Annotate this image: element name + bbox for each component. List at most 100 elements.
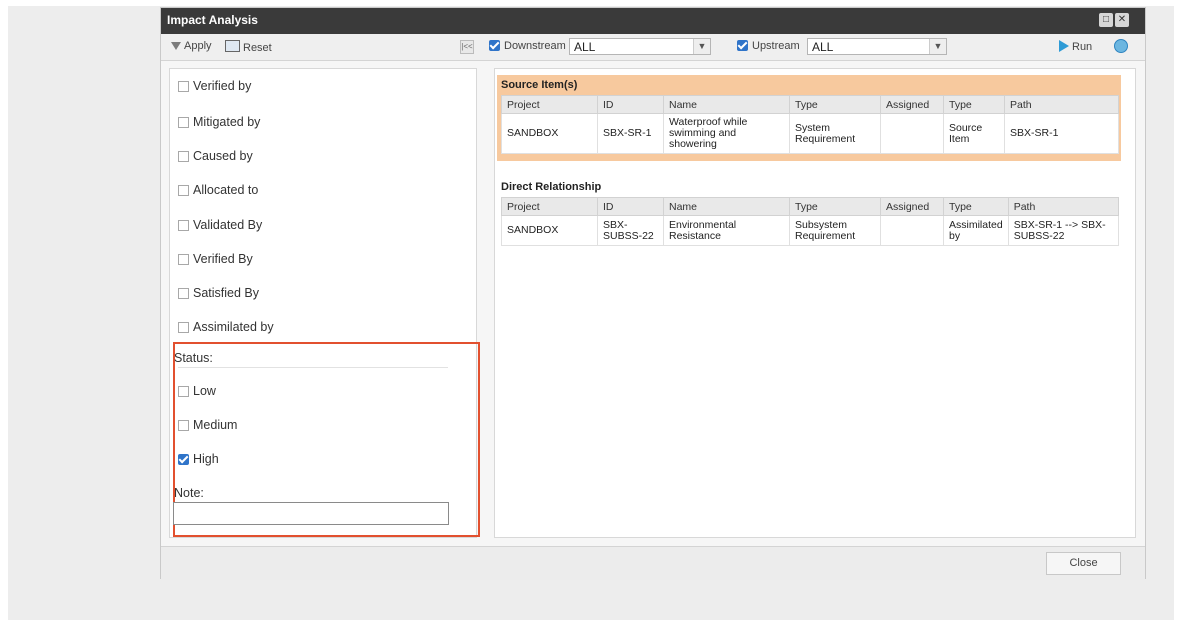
relationship-allocated-to[interactable]: Allocated to bbox=[178, 183, 258, 197]
cell-project: SANDBOX bbox=[501, 113, 598, 154]
status-option-label: High bbox=[193, 452, 219, 466]
close-window-icon[interactable]: ✕ bbox=[1115, 13, 1129, 27]
dialog-title: Impact Analysis bbox=[167, 13, 258, 27]
cell-assigned bbox=[880, 113, 944, 154]
cell-name: Waterproof while swimming and showering bbox=[663, 113, 790, 154]
cell-type: System Requirement bbox=[789, 113, 881, 154]
table-row[interactable]: SANDBOX SBX-SUBSS-22 Environmental Resis… bbox=[501, 215, 1120, 246]
play-icon bbox=[1059, 40, 1069, 52]
column-header: Assigned bbox=[880, 95, 944, 114]
cell-id: SBX-SR-1 bbox=[597, 113, 664, 154]
column-header: Name bbox=[663, 95, 790, 114]
filter-icon bbox=[171, 42, 181, 50]
relationship-verified-by[interactable]: Verified by bbox=[178, 79, 251, 93]
impact-analysis-dialog: Impact Analysis □ ✕ Apply Reset |<< Down… bbox=[160, 7, 1146, 580]
status-medium[interactable]: Medium bbox=[178, 418, 237, 432]
cell-project: SANDBOX bbox=[501, 215, 598, 246]
relationship-label: Verified By bbox=[193, 252, 253, 266]
column-header: Project bbox=[501, 95, 598, 114]
table-header-row: Project ID Name Type Assigned Type Path bbox=[501, 197, 1120, 216]
column-header: Type bbox=[943, 95, 1005, 114]
status-option-label: Medium bbox=[193, 418, 238, 432]
direct-relationship-title: Direct Relationship bbox=[501, 181, 602, 193]
cell-path: SBX-SR-1 bbox=[1004, 113, 1119, 154]
cell-name: Environmental Resistance bbox=[663, 215, 790, 246]
column-header: Type bbox=[789, 197, 881, 216]
checkbox[interactable] bbox=[178, 420, 189, 431]
checkbox[interactable] bbox=[178, 117, 189, 128]
downstream-value: ALL bbox=[574, 40, 596, 54]
column-header: Type bbox=[943, 197, 1009, 216]
direct-relationship-table: Project ID Name Type Assigned Type Path … bbox=[501, 197, 1120, 246]
relationship-validated-by[interactable]: Validated By bbox=[178, 218, 262, 232]
cell-type: Subsystem Requirement bbox=[789, 215, 881, 246]
relationship-caused-by[interactable]: Caused by bbox=[178, 149, 253, 163]
downstream-checkbox[interactable] bbox=[489, 40, 500, 51]
relationship-label: Allocated to bbox=[193, 183, 259, 197]
relationship-label: Validated By bbox=[193, 218, 263, 232]
upstream-select[interactable]: ALL ▼ bbox=[807, 38, 947, 55]
upstream-label: Upstream bbox=[752, 40, 800, 52]
note-label: Note: bbox=[174, 486, 204, 500]
upstream-value: ALL bbox=[812, 40, 834, 54]
cell-rel-type: Source Item bbox=[943, 113, 1005, 154]
relationship-assimilated-by[interactable]: Assimilated by bbox=[178, 320, 274, 334]
relationship-satisfied-by[interactable]: Satisfied By bbox=[178, 286, 259, 300]
table-row[interactable]: SANDBOX SBX-SR-1 Waterproof while swimmi… bbox=[501, 113, 1119, 154]
column-header: Type bbox=[789, 95, 881, 114]
collapse-panel-button[interactable]: |<< bbox=[460, 40, 474, 54]
checkbox[interactable] bbox=[178, 254, 189, 265]
chevron-down-icon[interactable]: ▼ bbox=[929, 39, 946, 54]
globe-icon[interactable] bbox=[1114, 39, 1128, 53]
upstream-toggle[interactable]: Upstream bbox=[737, 40, 800, 52]
status-low[interactable]: Low bbox=[178, 384, 216, 398]
checkbox[interactable] bbox=[178, 386, 189, 397]
filter-panel: Verified by Mitigated by Caused by Alloc… bbox=[169, 68, 480, 538]
checkbox[interactable] bbox=[178, 322, 189, 333]
relationship-verified-by-2[interactable]: Verified By bbox=[178, 252, 253, 266]
close-button[interactable]: Close bbox=[1046, 552, 1121, 575]
run-label: Run bbox=[1072, 41, 1093, 53]
checkbox[interactable] bbox=[178, 288, 189, 299]
relationship-label: Verified by bbox=[193, 79, 252, 93]
status-high[interactable]: High bbox=[178, 452, 219, 466]
checkbox[interactable] bbox=[178, 220, 189, 231]
downstream-toggle[interactable]: Downstream bbox=[489, 40, 566, 52]
results-panel: Source Item(s) Project ID Name Type Assi… bbox=[494, 68, 1136, 538]
maximize-icon[interactable]: □ bbox=[1099, 13, 1113, 27]
downstream-select[interactable]: ALL ▼ bbox=[569, 38, 711, 55]
chevron-down-icon[interactable]: ▼ bbox=[693, 39, 710, 54]
apply-button[interactable]: Apply bbox=[171, 40, 212, 52]
run-button[interactable]: Run bbox=[1059, 40, 1092, 53]
column-header: ID bbox=[597, 95, 664, 114]
source-items-section: Source Item(s) Project ID Name Type Assi… bbox=[497, 75, 1121, 161]
relationship-label: Mitigated by bbox=[193, 115, 261, 129]
relationship-mitigated-by[interactable]: Mitigated by bbox=[178, 115, 260, 129]
apply-label: Apply bbox=[184, 40, 212, 52]
cell-assigned bbox=[880, 215, 944, 246]
checkbox[interactable] bbox=[178, 454, 189, 465]
table-header-row: Project ID Name Type Assigned Type Path bbox=[501, 95, 1119, 114]
source-items-title: Source Item(s) bbox=[501, 79, 578, 91]
reset-button[interactable]: Reset bbox=[225, 40, 272, 54]
upstream-checkbox[interactable] bbox=[737, 40, 748, 51]
toolbar: Apply Reset |<< Downstream ALL ▼ Upstrea… bbox=[161, 34, 1145, 61]
checkbox[interactable] bbox=[178, 81, 189, 92]
relationship-label: Satisfied By bbox=[193, 286, 260, 300]
reset-icon bbox=[225, 40, 240, 52]
dialog-titlebar: Impact Analysis □ ✕ bbox=[161, 8, 1145, 34]
reset-label: Reset bbox=[243, 42, 272, 54]
column-header: Assigned bbox=[880, 197, 944, 216]
checkbox[interactable] bbox=[178, 185, 189, 196]
checkbox[interactable] bbox=[178, 151, 189, 162]
cell-rel-type: Assimilated by bbox=[943, 215, 1009, 246]
dialog-footer: Close bbox=[161, 546, 1145, 580]
column-header: Path bbox=[1004, 95, 1119, 114]
column-header: Project bbox=[501, 197, 598, 216]
cell-id-link[interactable]: SBX-SUBSS-22 bbox=[597, 215, 664, 246]
note-input[interactable] bbox=[173, 502, 449, 525]
source-items-table: Project ID Name Type Assigned Type Path … bbox=[501, 95, 1119, 154]
status-option-label: Low bbox=[193, 384, 216, 398]
cell-path: SBX-SR-1 --> SBX-SUBSS-22 bbox=[1007, 215, 1120, 246]
status-divider bbox=[178, 367, 448, 368]
